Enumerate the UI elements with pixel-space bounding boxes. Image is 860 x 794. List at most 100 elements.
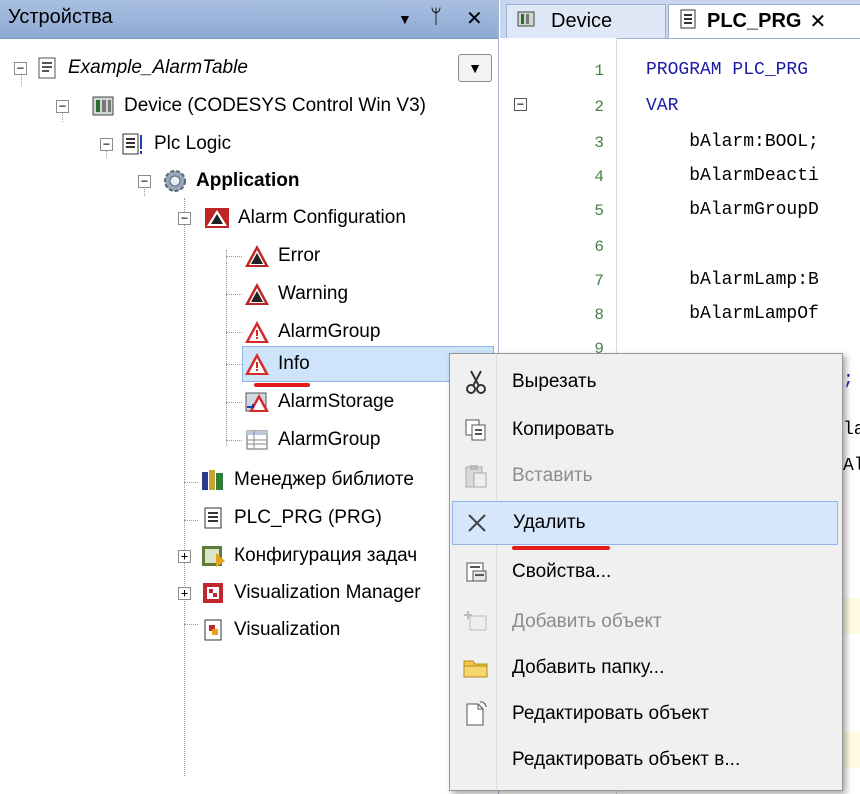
line-number: 5 (594, 202, 604, 220)
tree-item-plc-logic[interactable]: Plc Logic (120, 127, 231, 161)
editor-tabs: Device PLC_PRG ✕ (500, 0, 860, 39)
code-line[interactable]: bAlarmGroupD (646, 200, 819, 220)
tree-item-alarm-group[interactable]: AlarmGroup (244, 315, 380, 349)
close-icon[interactable]: ✕ (809, 9, 826, 34)
chevron-down-icon[interactable]: ▼ (398, 11, 412, 27)
tree-item-visualization[interactable]: Visualization (200, 613, 340, 647)
menu-item-delete[interactable]: Удалить (452, 501, 838, 545)
context-menu: Вырезать Копировать Вставить Удалить Сво… (449, 353, 843, 791)
line-number: 1 (594, 62, 604, 80)
menu-item-label: Свойства... (512, 561, 612, 582)
fold-icon[interactable]: − (514, 98, 527, 111)
collapse-icon[interactable]: − (138, 175, 151, 188)
tree-item-visualization-manager[interactable]: Visualization Manager (200, 576, 421, 610)
devices-panel-title: Устройства (8, 6, 113, 28)
code-line[interactable]: PROGRAM PLC_PRG (646, 60, 808, 80)
tree-item-label: Visualization (234, 619, 341, 640)
menu-item-cut[interactable]: Вырезать (452, 360, 838, 404)
tree-item-info[interactable]: Info (244, 347, 310, 381)
devices-panel-header: Устройства ▼ ᛘ ✕ (0, 0, 498, 39)
menu-item-edit-object[interactable]: Редактировать объект (452, 692, 838, 736)
menu-item-copy[interactable]: Копировать (452, 408, 838, 452)
code-line[interactable]: bAlarmLampOf (646, 304, 819, 324)
properties-icon (458, 554, 494, 590)
books-icon (200, 467, 226, 493)
collapse-icon[interactable]: − (100, 138, 113, 151)
collapse-icon[interactable]: − (56, 100, 69, 113)
line-number: 4 (594, 168, 604, 186)
tab-device[interactable]: Device (506, 4, 666, 38)
copy-icon (458, 412, 494, 448)
visualization-manager-icon (200, 580, 226, 606)
tree-item-label: Alarm Configuration (238, 207, 406, 228)
tree-item-error[interactable]: Error (244, 239, 320, 273)
menu-item-label: Добавить объект (512, 611, 662, 632)
pin-icon[interactable]: ᛘ (430, 6, 442, 29)
edit-object-icon (458, 696, 494, 732)
delete-icon (459, 505, 495, 541)
code-line[interactable]: bAlarmLamp:B (646, 270, 819, 290)
menu-item-add-object[interactable]: Добавить объект (452, 600, 838, 644)
highlight-strip (843, 732, 860, 768)
scissors-icon (458, 364, 494, 400)
collapse-icon[interactable]: − (178, 212, 191, 225)
tree-item-plc-prg[interactable]: PLC_PRG (PRG) (200, 501, 382, 535)
menu-item-edit-object-with[interactable]: Редактировать объект в... (452, 738, 838, 782)
tree-item-warning[interactable]: Warning (244, 277, 348, 311)
warning-triangle-icon (244, 351, 270, 377)
tree-item-project[interactable]: Example_AlarmTable (34, 51, 248, 85)
tab-plc-prg[interactable]: PLC_PRG ✕ (668, 4, 860, 38)
tree-item-label: Plc Logic (154, 133, 232, 154)
task-config-icon (200, 543, 226, 569)
line-number: 2 (594, 98, 604, 116)
tree-item-label: PLC_PRG (PRG) (234, 507, 382, 528)
tree-item-label: Application (196, 170, 300, 191)
code-fragment: ; (843, 370, 854, 390)
menu-item-label: Добавить папку... (512, 657, 665, 678)
tree-item-label: Info (278, 353, 310, 374)
code-fragment: Al (843, 456, 860, 476)
tree-item-label: AlarmGroup (278, 321, 381, 342)
tree-item-label: Error (278, 245, 321, 266)
plc-logic-icon (120, 131, 146, 157)
devices-panel: Устройства ▼ ᛘ ✕ ▼ − Example_AlarmTable (0, 0, 499, 794)
warning-triangle-icon (244, 243, 270, 269)
device-icon (517, 10, 535, 34)
menu-item-label: Вырезать (512, 371, 597, 392)
tree-item-alarm-configuration[interactable]: Alarm Configuration (204, 201, 406, 235)
menu-item-properties[interactable]: Свойства... (452, 550, 838, 594)
project-icon (34, 55, 60, 81)
collapse-icon[interactable]: − (14, 62, 27, 75)
program-icon (200, 505, 226, 531)
menu-item-label: Редактировать объект (512, 703, 710, 724)
tree-item-label: Warning (278, 283, 349, 304)
tree-item-label: Example_AlarmTable (68, 57, 248, 78)
close-icon[interactable]: ✕ (466, 6, 483, 31)
line-number: 3 (594, 134, 604, 152)
tree-item-alarm-group-2[interactable]: AlarmGroup (244, 423, 380, 457)
line-number: 6 (594, 238, 604, 256)
menu-item-label: Удалить (513, 512, 586, 533)
code-line[interactable]: bAlarmDeacti (646, 166, 819, 186)
warning-triangle-icon (244, 319, 270, 345)
menu-item-add-folder[interactable]: Добавить папку... (452, 646, 838, 690)
tree-item-application[interactable]: Application (162, 164, 299, 198)
line-number: 8 (594, 306, 604, 324)
tree-dropdown-button[interactable]: ▼ (458, 54, 492, 82)
tree-item-label: AlarmStorage (278, 391, 395, 412)
tree-item-label: Device (CODESYS Control Win V3) (124, 95, 426, 116)
tree-item-task-configuration[interactable]: Конфигурация задач (200, 539, 417, 573)
code-line[interactable]: VAR (646, 96, 678, 116)
menu-item-paste[interactable]: Вставить (452, 454, 838, 498)
menu-item-label: Копировать (512, 419, 615, 440)
alarm-storage-icon (244, 389, 270, 415)
expand-icon[interactable]: + (178, 550, 191, 563)
folder-icon (458, 650, 494, 686)
tree-item-label: Visualization Manager (234, 582, 421, 603)
code-line[interactable]: bAlarm:BOOL; (646, 132, 819, 152)
tree-item-alarm-storage[interactable]: AlarmStorage (244, 385, 394, 419)
tree-item-device[interactable]: Device (CODESYS Control Win V3) (90, 89, 426, 123)
menu-item-label: Вставить (512, 465, 593, 486)
tree-item-library-manager[interactable]: Менеджер библиоте (200, 463, 414, 497)
expand-icon[interactable]: + (178, 587, 191, 600)
